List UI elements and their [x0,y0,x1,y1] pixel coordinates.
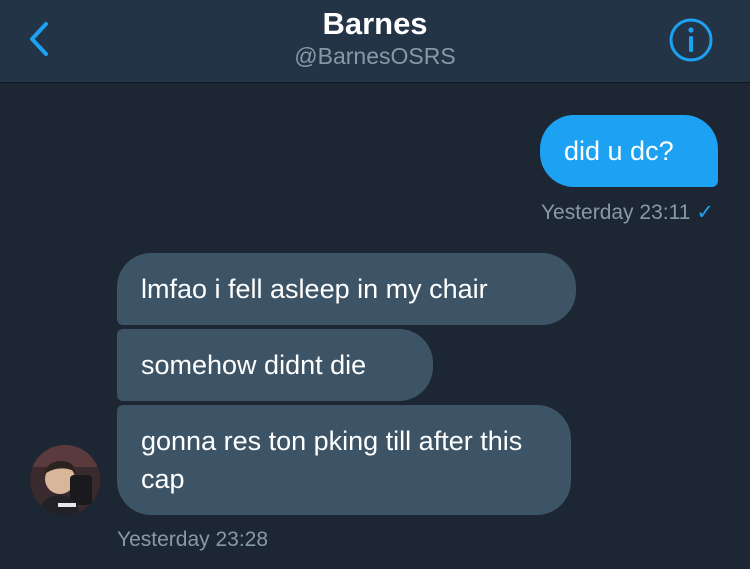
conversation-header: Barnes @BarnesOSRS [0,0,750,83]
read-checkmark-icon: ✓ [696,201,714,224]
user-avatar-icon [30,445,100,515]
conversation-title: Barnes [322,6,428,41]
info-icon [669,18,713,62]
outgoing-message-bubble[interactable]: did u dc? [540,115,718,187]
timestamp-text: Yesterday 23:11 [540,201,691,224]
message-text: lmfao i fell asleep in my chair [141,274,488,304]
sender-avatar[interactable] [30,445,100,515]
info-button[interactable] [668,17,714,63]
incoming-message-timestamp: Yesterday 23:28 [117,528,269,551]
incoming-message-bubble[interactable]: somehow didnt die [117,329,433,401]
outgoing-message-timestamp: Yesterday 23:11 ✓ [541,200,714,226]
message-text: somehow didnt die [141,350,367,380]
message-text: did u dc? [564,136,674,166]
conversation-title-block[interactable]: Barnes @BarnesOSRS [0,6,750,70]
conversation-handle: @BarnesOSRS [294,43,456,69]
message-text: gonna res ton pking till after this cap [141,426,523,494]
incoming-message-bubble[interactable]: lmfao i fell asleep in my chair [117,253,576,325]
incoming-message-bubble[interactable]: gonna res ton pking till after this cap [117,405,571,515]
